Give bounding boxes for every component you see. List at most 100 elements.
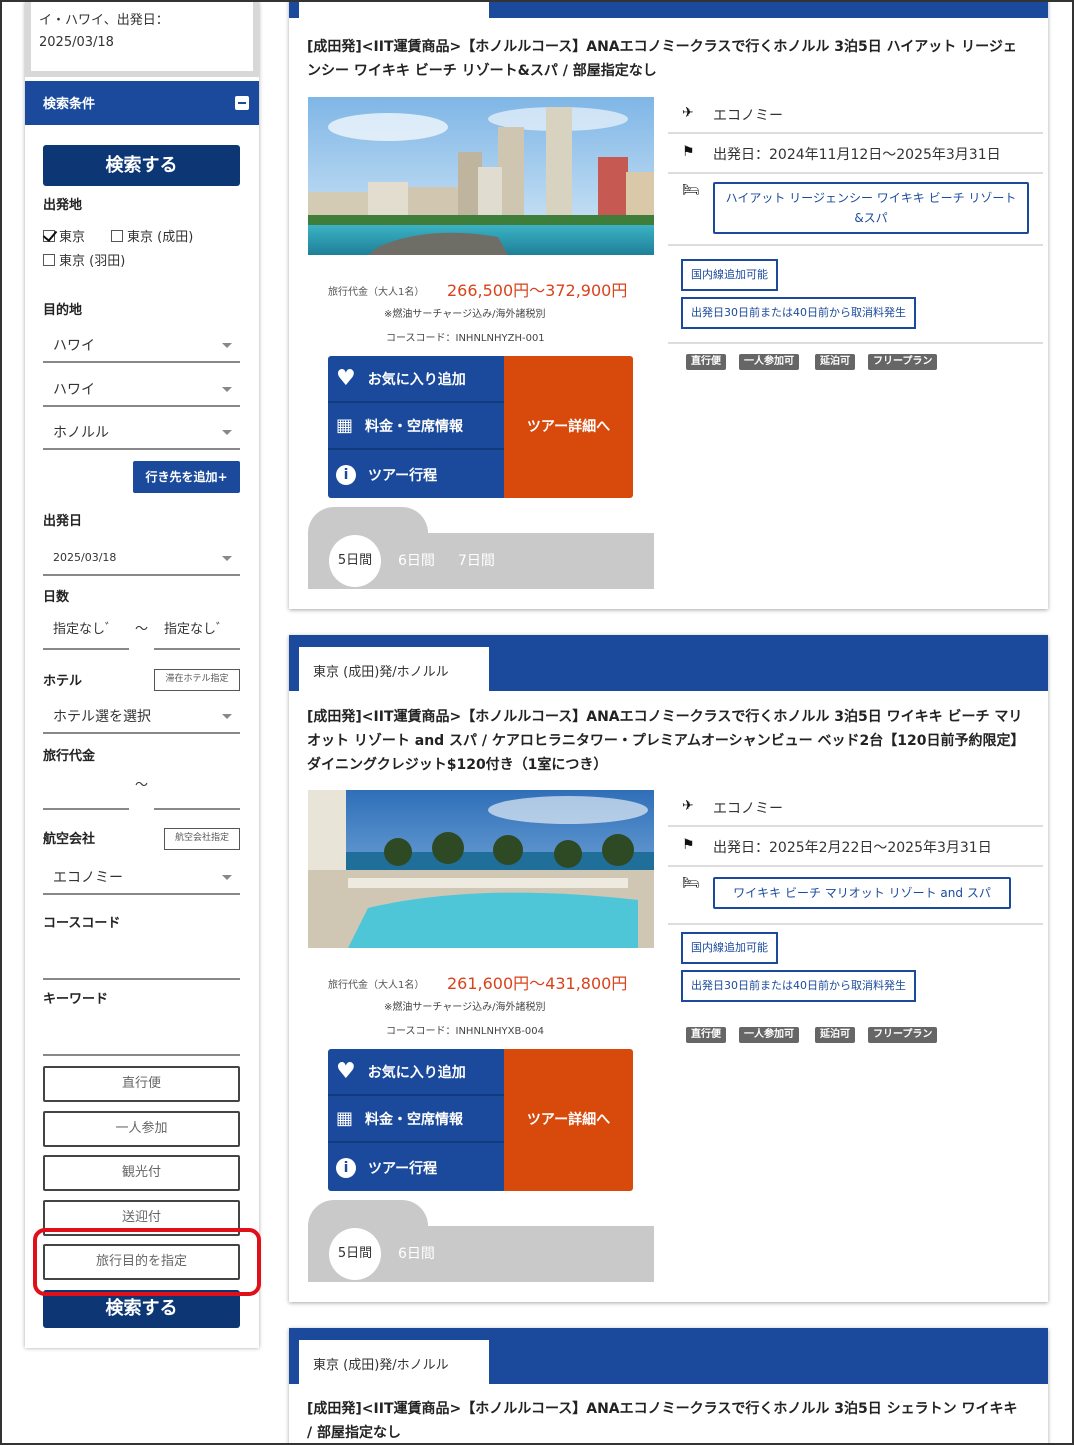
day-option-active[interactable]: 5日間 (329, 535, 381, 587)
destination-city-select[interactable]: ホノルル (43, 412, 240, 450)
calendar-icon: ▦ (336, 1108, 354, 1129)
favorite-button[interactable]: ♥ お気に入り追加 (328, 1049, 504, 1096)
checkbox-checked[interactable] (43, 229, 55, 242)
course-code-label: コースコード (43, 916, 121, 931)
action-panel: ♥ お気に入り追加 ▦ 料金・空席情報 i ツアー行程 ツアー詳細へ (328, 356, 633, 498)
period-row: ⚑ 出発日：2025年2月22日〜2025年3月31日 (668, 827, 1043, 867)
domestic-flight-tag: 国内線追加可能 (681, 932, 778, 964)
conditions-header[interactable]: 検索条件 (25, 81, 259, 125)
price-label: 旅行代金（大人1名） (328, 980, 425, 991)
departure-option-haneda[interactable]: 東京 (羽田) (43, 250, 125, 269)
resort-pool-image (308, 790, 654, 948)
action-label: 料金・空席情報 (365, 418, 464, 435)
action-label: 料金・空席情報 (365, 1111, 464, 1128)
add-destination-button[interactable]: 行き先を追加+ (133, 461, 240, 493)
select-value: ハワイ (53, 382, 95, 398)
checkbox[interactable] (111, 229, 123, 242)
feature-tag: 延泊可 (815, 354, 855, 370)
page-frame: イ・ハワイ、出発日： 2025/03/18 検索条件 検索する 出発地 東京 東… (0, 0, 1074, 1445)
select-value: エコノミー (53, 870, 123, 886)
search-button[interactable]: 検索する (43, 145, 240, 186)
waikiki-skyline-image (308, 97, 654, 255)
nonstop-toggle[interactable]: 直行便 (43, 1066, 240, 1102)
period-row: ⚑ 出発日：2024年11月12日〜2025年3月31日 (668, 134, 1043, 174)
cabin-row: ✈ エコノミー (668, 789, 1043, 827)
tour-title[interactable]: [成田発]<IIT運賃商品>【ホノルルコース】ANAエコノミークラスで行くホノル… (307, 705, 1027, 777)
tour-title[interactable]: [成田発]<IIT運賃商品>【ホノルルコース】ANAエコノミークラスで行くホノル… (307, 1397, 1027, 1443)
days-selector: 5日間 6日間 7日間 (308, 533, 654, 589)
departure-date-select[interactable]: 2025/03/18 (43, 538, 240, 576)
days-to-select[interactable]: 指定なしﾞ (154, 610, 240, 650)
hotel-photo[interactable] (308, 790, 654, 948)
flag-icon: ⚑ (682, 144, 695, 160)
hotel-photo[interactable] (308, 97, 654, 255)
days-selector: 5日間 6日間 (308, 1226, 654, 1282)
hotel-label: ホテル (43, 674, 83, 689)
day-option-active[interactable]: 5日間 (329, 1228, 381, 1280)
departure-option-tokyo[interactable]: 東京 (43, 226, 85, 245)
hotel-select[interactable]: ホテル選を選択 (43, 696, 240, 734)
action-label: ツアー行程 (368, 467, 438, 484)
chevron-down-icon (222, 430, 232, 435)
favorite-button[interactable]: ♥ お気に入り追加 (328, 356, 504, 403)
heart-icon: ♥ (336, 366, 356, 391)
option-label: 東京 (59, 230, 86, 245)
date-label: 出発日 (43, 514, 83, 529)
airline-specify-button[interactable]: 航空会社指定 (164, 828, 240, 850)
course-code-input[interactable] (43, 938, 240, 980)
days-wave-decoration (308, 1200, 428, 1226)
domestic-flight-tag: 国内線追加可能 (681, 259, 778, 291)
rates-button[interactable]: ▦ 料金・空席情報 (328, 1096, 504, 1143)
feature-tag: 延泊可 (815, 1027, 855, 1043)
hotel-link[interactable]: ワイキキ ビーチ マリオット リゾート and スパ (713, 877, 1011, 909)
select-value: ホテル選を選択 (53, 709, 151, 725)
surcharge-note: ※燃油サーチャージ込み/海外諸税別 (384, 1002, 546, 1013)
cabin-class-select[interactable]: エコノミー (43, 857, 240, 895)
checkbox[interactable] (43, 253, 55, 266)
solo-toggle[interactable]: 一人参加 (43, 1111, 240, 1147)
chevron-down-icon (222, 387, 232, 392)
course-code: コースコード：INHNLNHYXB-004 (386, 1026, 545, 1037)
range-separator: 〜 (135, 778, 149, 793)
keyword-input[interactable] (43, 1014, 240, 1056)
keyword-label: キーワード (43, 992, 109, 1007)
bed-icon: 🛏 (682, 182, 700, 198)
tour-detail-button[interactable]: ツアー詳細へ (504, 1049, 633, 1191)
departure-option-narita[interactable]: 東京 (成田) (111, 226, 193, 245)
hotel-specify-button[interactable]: 滞在ホテル指定 (154, 669, 240, 691)
rates-button[interactable]: ▦ 料金・空席情報 (328, 403, 504, 450)
price-range: 261,600円〜431,800円 (447, 974, 628, 993)
origin-tab: 東京 (成田)発/ホノルル (299, 647, 489, 691)
collapse-icon[interactable] (235, 96, 249, 110)
destination-country-select[interactable]: ハワイ (43, 369, 240, 407)
cancellation-tag: 出発日30日前または40日前から取消料発生 (681, 297, 916, 329)
divider (668, 342, 1043, 344)
days-wave-decoration (308, 507, 428, 533)
calendar-icon: ▦ (336, 415, 354, 436)
surcharge-note: ※燃油サーチャージ込み/海外諸税別 (384, 309, 546, 320)
hotel-link[interactable]: ハイアット リージェンシー ワイキキ ビーチ リゾート&スパ (713, 182, 1029, 234)
flag-icon: ⚑ (682, 837, 695, 853)
summary-line: イ・ハワイ、出発日： (39, 13, 169, 28)
departure-label: 出発地 (43, 198, 83, 213)
action-label: ツアー行程 (368, 1160, 438, 1177)
itinerary-button[interactable]: i ツアー行程 (328, 451, 504, 498)
tour-detail-button[interactable]: ツアー詳細へ (504, 356, 633, 498)
sightseeing-toggle[interactable]: 観光付 (43, 1155, 240, 1191)
select-value: 2025/03/18 (53, 551, 117, 564)
days-from-select[interactable]: 指定なしﾞ (43, 610, 129, 650)
price-range: 266,500円〜372,900円 (447, 281, 628, 300)
day-option[interactable]: 6日間 (398, 550, 435, 570)
itinerary-button[interactable]: i ツアー行程 (328, 1144, 504, 1191)
airplane-icon: ✈ (682, 798, 694, 814)
price-max-input[interactable] (154, 770, 240, 810)
bed-icon: 🛏 (682, 875, 700, 891)
day-option[interactable]: 6日間 (398, 1243, 435, 1263)
tour-title[interactable]: [成田発]<IIT運賃商品>【ホノルルコース】ANAエコノミークラスで行くホノル… (307, 35, 1027, 83)
feature-tag: 一人参加可 (739, 354, 799, 370)
chevron-down-icon (222, 875, 232, 880)
day-option[interactable]: 7日間 (458, 550, 495, 570)
price-min-input[interactable] (43, 770, 129, 810)
destination-region-select[interactable]: ハワイ (43, 325, 240, 363)
origin-tab (299, 2, 489, 18)
